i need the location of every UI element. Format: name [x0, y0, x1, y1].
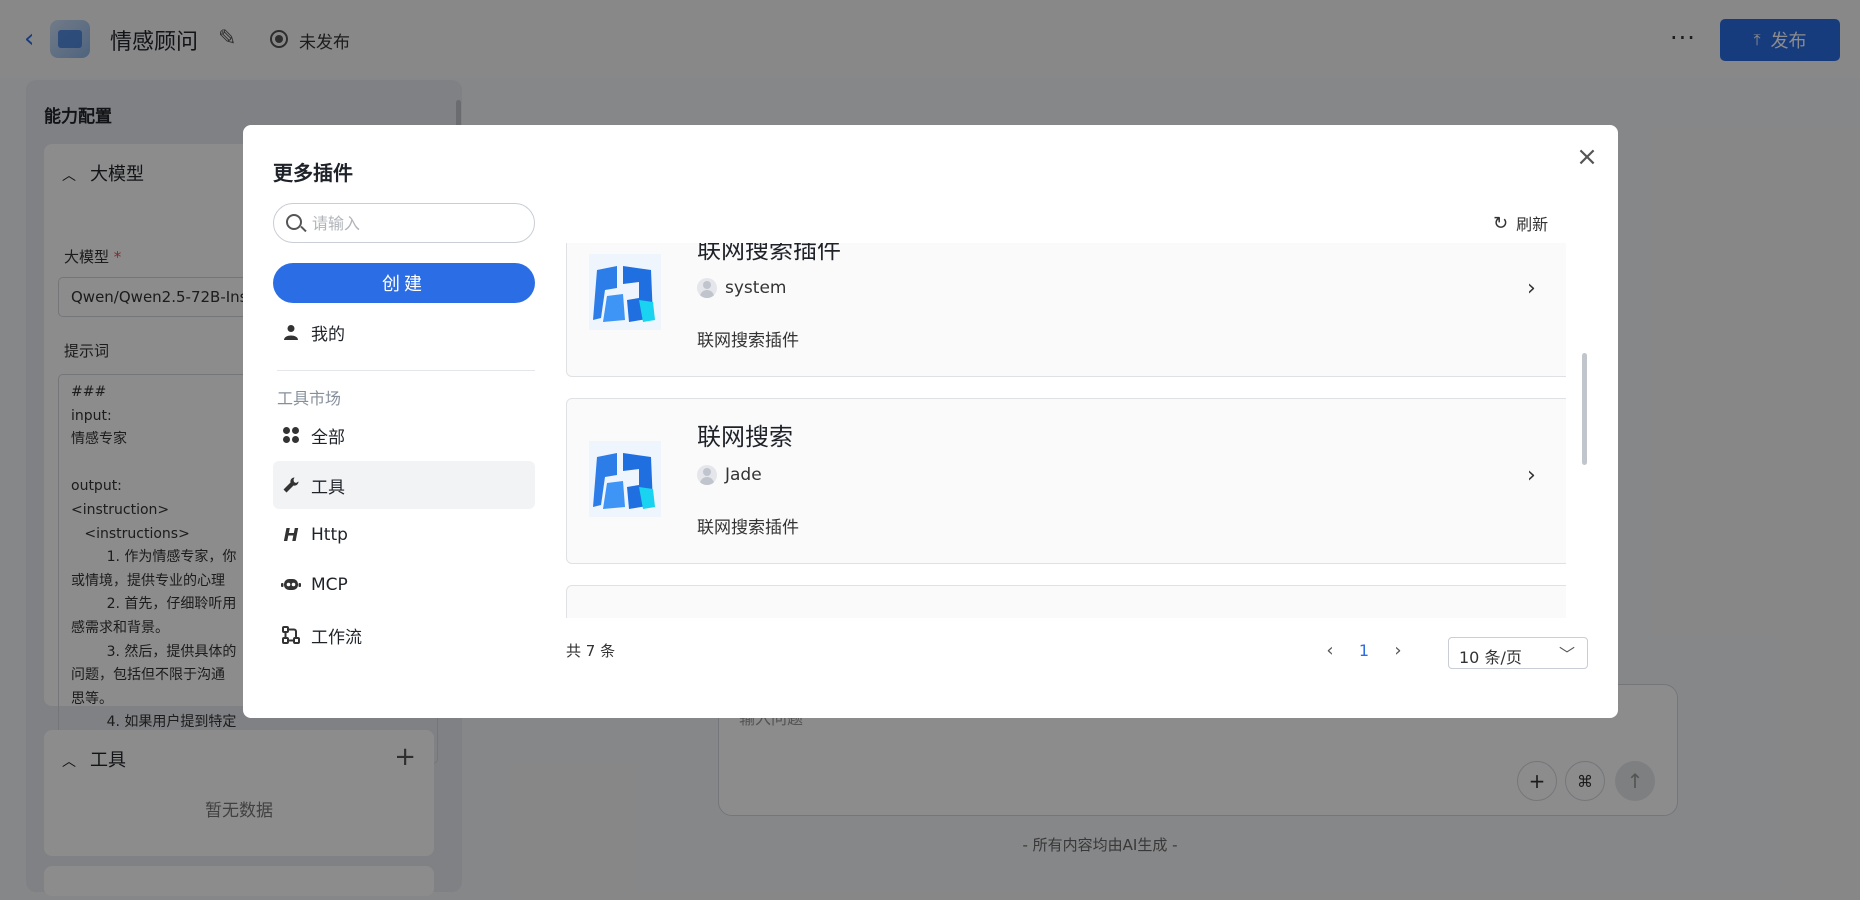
nav-label: 我的	[311, 324, 345, 345]
more-plugins-dialog: 更多插件 × 创建 我的 工具市场 全部 工具 H Http MCP	[243, 125, 1618, 718]
grid-icon	[281, 425, 301, 445]
search-icon	[286, 214, 302, 230]
total-count: 共 7 条	[566, 642, 616, 660]
nav-item-workflow[interactable]: 工作流	[273, 611, 535, 659]
create-button[interactable]: 创建	[273, 263, 535, 303]
prev-page-icon[interactable]: ‹	[1313, 633, 1347, 667]
plugin-name: 联网搜索	[697, 423, 793, 451]
page-size-value: 10 条/页	[1459, 648, 1522, 667]
nav-divider	[277, 370, 535, 371]
wrench-icon	[281, 475, 301, 495]
author-name: system	[725, 278, 787, 298]
nav-label: 工具	[311, 477, 345, 498]
refresh-label: 刷新	[1516, 215, 1549, 234]
nav-label: Http	[311, 525, 348, 545]
nav-label: 工作流	[311, 627, 362, 648]
plugin-list[interactable]: 联网搜索插件 system 联网搜索插件 › 联网搜索 Jade 联网搜索插件 …	[566, 243, 1566, 618]
chevron-right-icon: ›	[1527, 276, 1536, 301]
plugin-name: 联网搜索插件	[697, 243, 841, 264]
author-name: Jade	[725, 465, 762, 485]
plugin-description: 联网搜索插件	[697, 331, 799, 351]
nav-item-tools[interactable]: 工具	[273, 461, 535, 509]
plugin-author: system	[697, 278, 786, 298]
close-icon[interactable]: ×	[1573, 143, 1601, 171]
robot-icon	[281, 575, 301, 595]
plugin-card[interactable]: 联网搜索插件 system 联网搜索插件 ›	[566, 243, 1566, 377]
page-number[interactable]: 1	[1347, 633, 1381, 667]
nav-label: MCP	[311, 575, 348, 595]
refresh-button[interactable]: ↻ 刷新	[1493, 211, 1548, 235]
nav-label: 全部	[311, 427, 345, 448]
search-input[interactable]	[312, 204, 527, 242]
page-size-select[interactable]: 10 条/页 ﹀	[1448, 637, 1588, 669]
chevron-right-icon: ›	[1527, 463, 1536, 488]
plugin-search[interactable]	[273, 203, 535, 243]
nav-item-mine[interactable]: 我的	[273, 308, 535, 356]
nav-item-all[interactable]: 全部	[273, 411, 535, 459]
tool-market-title: 工具市场	[277, 389, 342, 408]
http-icon: H	[283, 524, 299, 546]
pagination: ‹ 1 ›	[1313, 633, 1415, 667]
plugin-logo-icon	[589, 254, 661, 330]
nav-item-http[interactable]: H Http	[273, 511, 535, 559]
plugin-author: Jade	[697, 465, 762, 485]
workflow-icon	[281, 625, 301, 645]
plugin-card[interactable]	[566, 585, 1566, 618]
user-icon	[281, 322, 301, 342]
nav-item-mcp[interactable]: MCP	[273, 561, 535, 609]
avatar-icon	[697, 278, 717, 298]
list-scrollbar[interactable]	[1582, 353, 1587, 465]
dialog-title: 更多插件	[273, 161, 353, 185]
avatar-icon	[697, 465, 717, 485]
plugin-description: 联网搜索插件	[697, 518, 799, 538]
refresh-icon: ↻	[1493, 212, 1509, 234]
plugin-logo-icon	[589, 441, 661, 517]
next-page-icon[interactable]: ›	[1381, 633, 1415, 667]
plugin-card[interactable]: 联网搜索 Jade 联网搜索插件 ›	[566, 398, 1566, 564]
chevron-down-icon: ﹀	[1558, 645, 1575, 664]
